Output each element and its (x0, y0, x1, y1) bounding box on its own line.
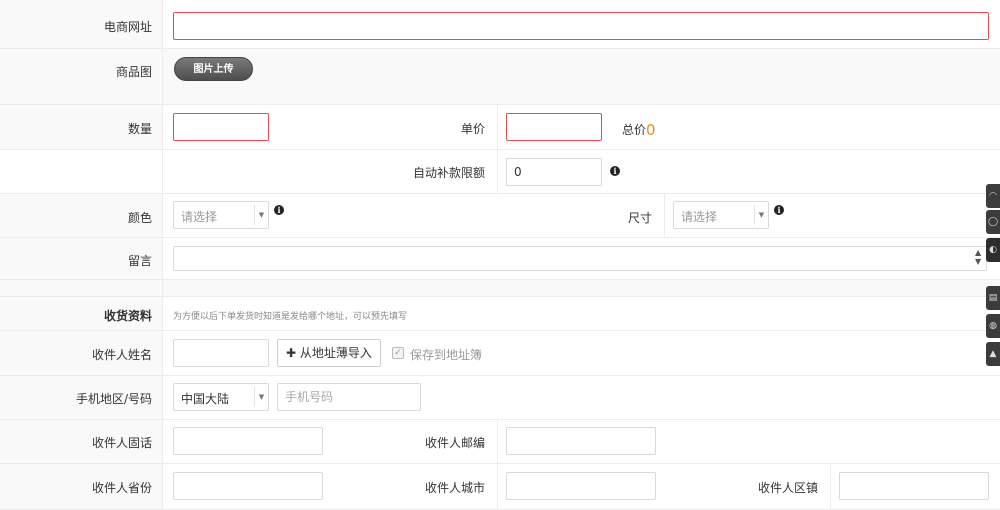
shipping-section-hint: 为方便以后下单发货时知道是发给哪个地址，可以预先填写 (173, 312, 408, 322)
recipient-name-input[interactable] (173, 339, 269, 367)
save-address-checkbox[interactable]: ✓ (392, 347, 404, 359)
chevron-down-icon: ▼ (254, 205, 268, 225)
row-auto-pay: 自动补款限额 i (0, 150, 1000, 194)
city-input[interactable] (506, 472, 656, 500)
image-label: 商品图 (115, 65, 152, 79)
row-color-size: 颜色 请选择 ▼ i 尺寸 请选择 ▼ i (0, 194, 1000, 238)
row-tel-zip: 收件人固话 收件人邮编 (0, 420, 1000, 464)
telephone-label: 收件人固话 (91, 436, 152, 450)
province-input[interactable] (173, 472, 323, 500)
row-quantity: 数量 单价 总价0 (0, 105, 1000, 150)
size-label: 尺寸 (627, 211, 652, 225)
chevron-down-icon: ▼ (254, 387, 268, 407)
headset-icon[interactable]: ◠ (986, 184, 1000, 208)
url-label: 电商网址 (103, 20, 152, 34)
total-price-label: 总价0 (622, 121, 656, 139)
row-recipient-name: 收件人姓名 ✚ 从地址薄导入 ✓ 保存到地址簿 (0, 331, 1000, 376)
import-address-button[interactable]: ✚ 从地址薄导入 (277, 339, 381, 367)
district-input[interactable] (839, 472, 989, 500)
zip-input[interactable] (506, 427, 656, 455)
color-label: 颜色 (127, 211, 152, 225)
back-to-top-icon[interactable]: ▲ (986, 342, 1000, 366)
color-select[interactable]: 请选择 ▼ (173, 201, 269, 229)
info-icon[interactable]: i (610, 166, 620, 176)
row-phone: 手机地区/号码 中国大陆 ▼ (0, 376, 1000, 420)
zip-label: 收件人邮编 (424, 436, 485, 450)
support-icon[interactable]: ◐ (986, 238, 1000, 262)
chevron-down-icon: ▼ (754, 205, 768, 225)
note-input[interactable] (173, 246, 987, 271)
image-upload-button[interactable]: 图片上传 (174, 57, 253, 81)
phone-number-input[interactable] (277, 383, 421, 411)
row-province-city-district: 收件人省份 收件人城市 收件人区镇 (0, 464, 1000, 510)
unit-price-label: 单价 (460, 122, 485, 136)
unit-price-input[interactable] (506, 113, 602, 141)
auto-pay-limit-label: 自动补款限额 (412, 166, 485, 180)
shipping-section-title: 收货资料 (103, 309, 152, 323)
chat-icon[interactable]: ◯ (986, 210, 1000, 234)
quantity-label: 数量 (127, 122, 152, 136)
size-select[interactable]: 请选择 ▼ (673, 201, 769, 229)
district-label: 收件人区镇 (757, 481, 818, 495)
auto-pay-limit-input[interactable] (506, 158, 602, 186)
row-image: 商品图 (0, 49, 1000, 105)
city-label: 收件人城市 (424, 481, 485, 495)
phone-label: 手机地区/号码 (75, 392, 152, 406)
info-icon[interactable]: i (274, 205, 284, 215)
resize-stepper-icon[interactable]: ▲ ▼ (975, 248, 981, 266)
total-price-value: 0 (646, 121, 656, 139)
document-icon[interactable]: ▤ (986, 286, 1000, 310)
row-note: 留言 ▲ ▼ (0, 238, 1000, 280)
info-icon[interactable]: i (774, 205, 784, 215)
row-shipping-header: 收货资料 为方便以后下单发货时知道是发给哪个地址，可以预先填写 (0, 297, 1000, 331)
quantity-input[interactable] (173, 113, 269, 141)
telephone-input[interactable] (173, 427, 323, 455)
save-address-label: 保存到地址簿 (410, 348, 483, 362)
plus-icon: ✚ (286, 346, 297, 360)
row-url: 电商网址 (0, 0, 1000, 49)
province-label: 收件人省份 (91, 481, 152, 495)
note-label: 留言 (127, 254, 152, 268)
location-icon[interactable]: ◍ (986, 314, 1000, 338)
phone-region-select[interactable]: 中国大陆 ▼ (173, 383, 269, 411)
url-input[interactable] (173, 12, 989, 40)
recipient-name-label: 收件人姓名 (91, 348, 152, 362)
spacer-row (0, 280, 1000, 297)
